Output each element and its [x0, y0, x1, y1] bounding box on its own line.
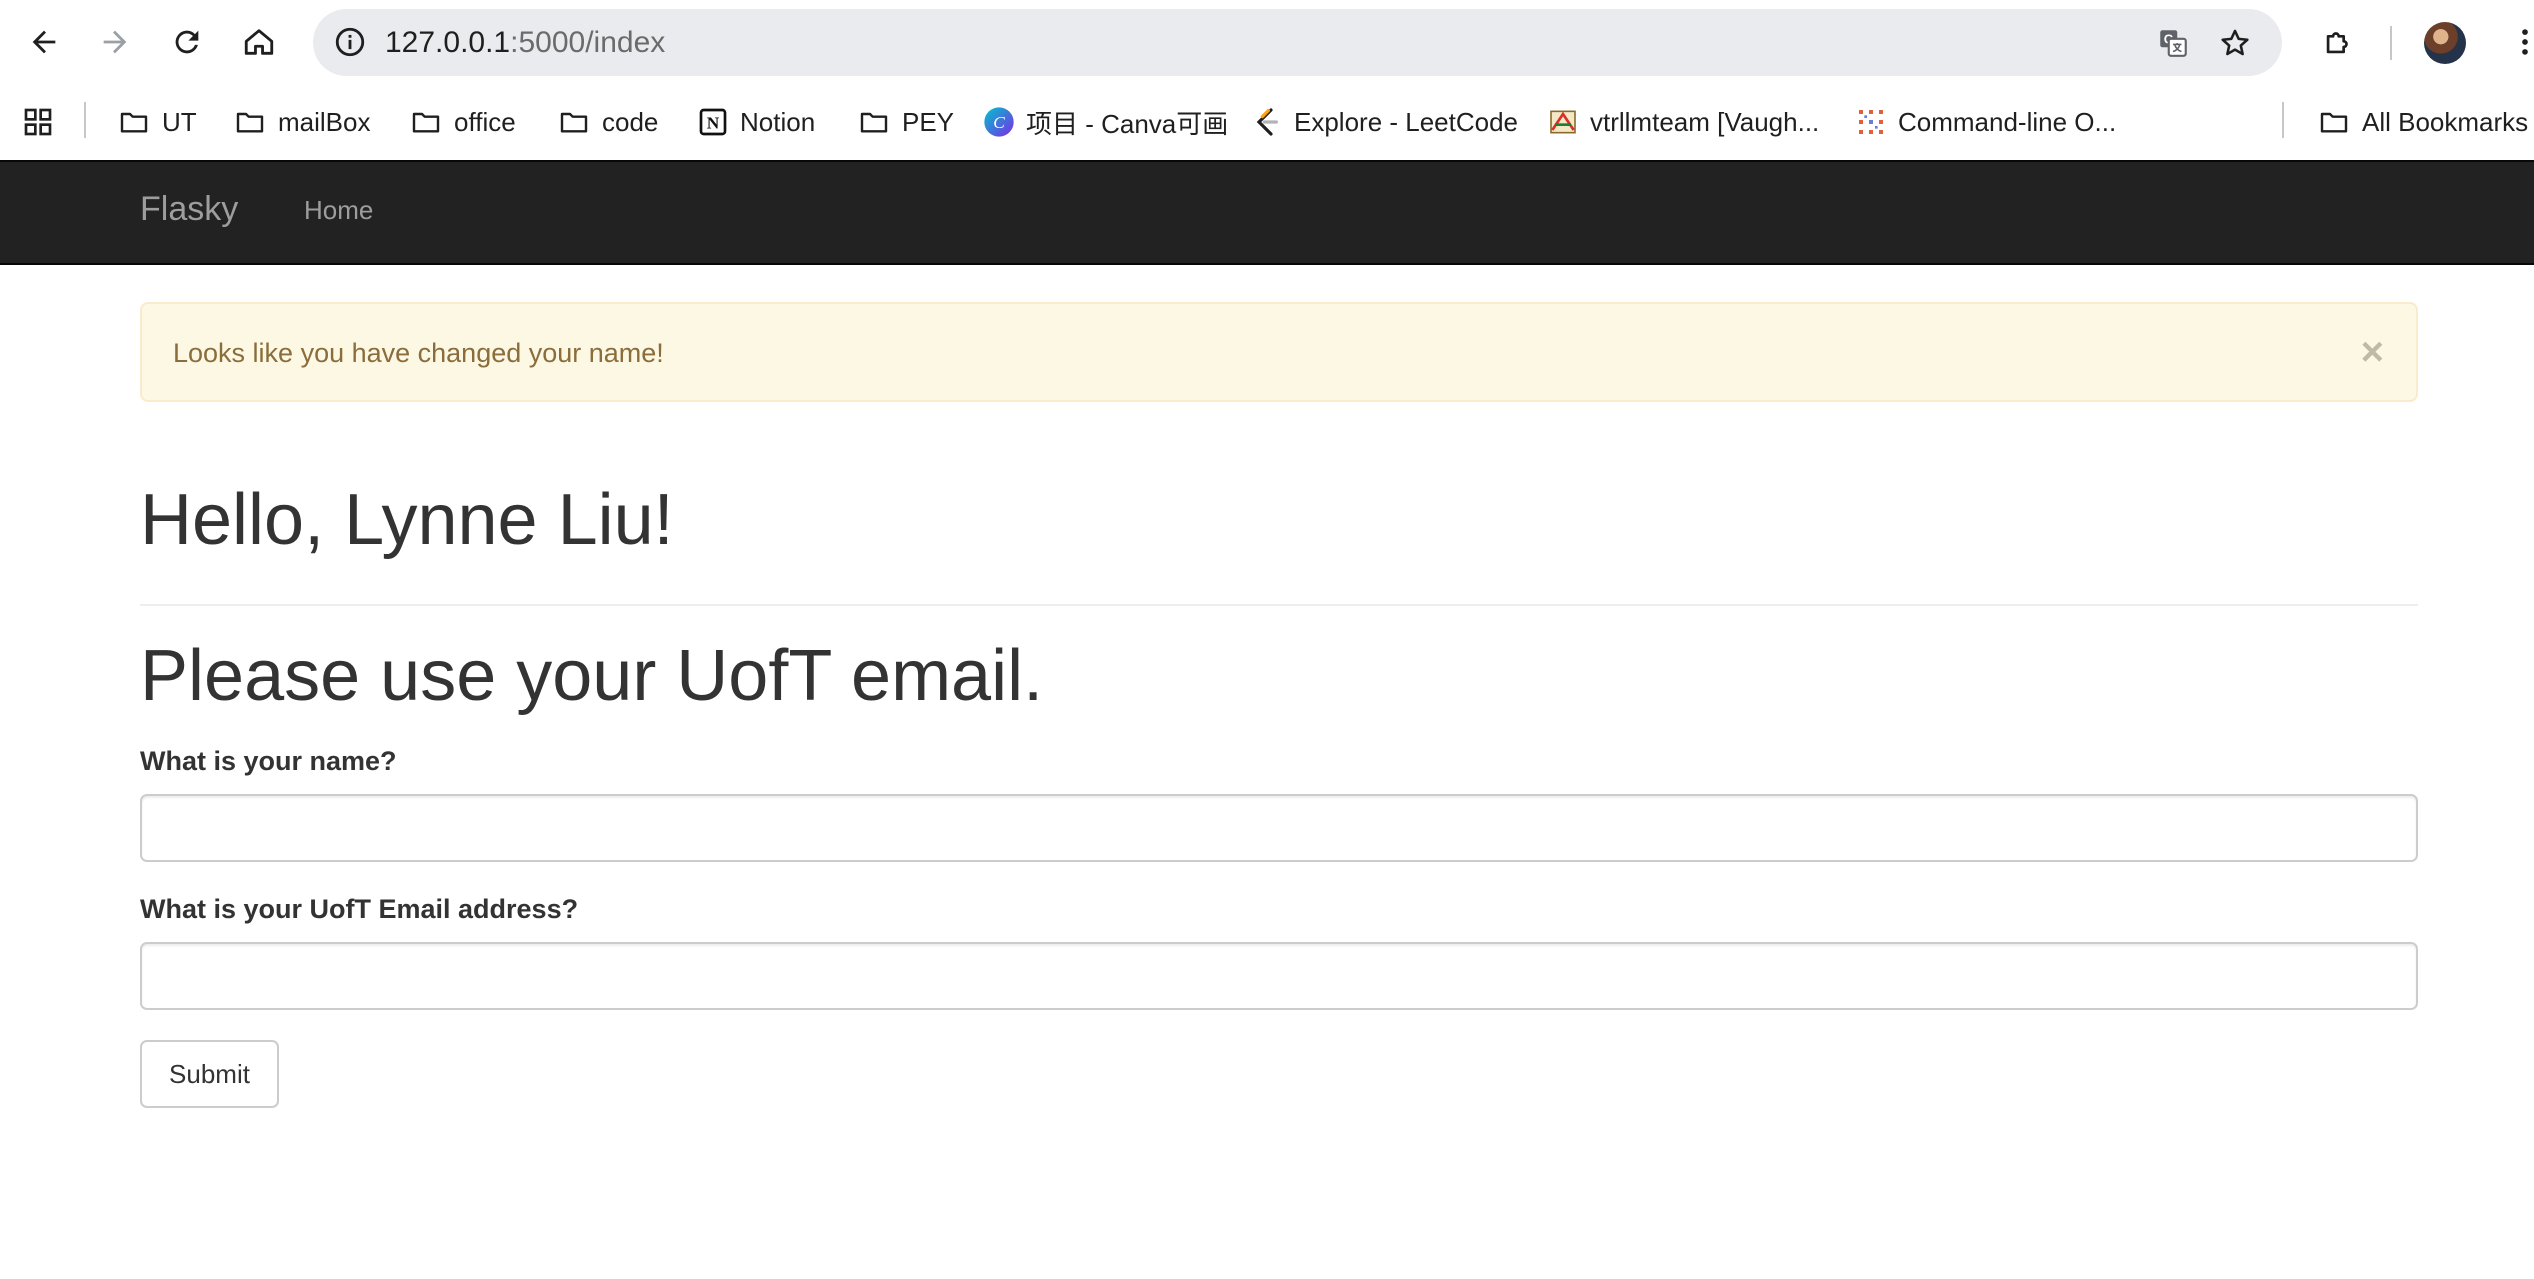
bookmark-mailbox[interactable]: mailBox [234, 100, 370, 144]
email-input[interactable] [140, 942, 2418, 1010]
profile-avatar[interactable] [2424, 22, 2466, 64]
notion-icon: N [698, 107, 728, 137]
bookmarks-separator [84, 102, 86, 138]
svg-text:C: C [993, 113, 1005, 132]
flash-alert: Looks like you have changed your name! × [140, 302, 2418, 402]
bookmark-label: mailBox [278, 106, 371, 137]
alert-message: Looks like you have changed your name! [173, 338, 664, 368]
forward-arrow-icon[interactable] [86, 13, 144, 71]
bookmark-vtrllmteam[interactable]: vtrllmteam [Vaugh... [1548, 100, 1819, 144]
url-text[interactable]: 127.0.0.1:5000/index [385, 24, 665, 62]
translate-icon[interactable]: G [2151, 21, 2195, 65]
kebab-menu-icon[interactable] [2496, 13, 2534, 71]
bookmark-ut[interactable]: UT [118, 100, 197, 144]
apps-grid-icon[interactable] [22, 100, 54, 144]
bookmark-label: Explore - LeetCode [1294, 106, 1519, 137]
form-heading: Please use your UofT email. [140, 636, 1044, 716]
bookmark-leetcode[interactable]: Explore - LeetCode [1252, 100, 1518, 144]
bookmark-canva[interactable]: C 项目 - Canva可画 [984, 100, 1228, 144]
navbar-brand[interactable]: Flasky [140, 190, 238, 229]
folder-icon [2320, 112, 2348, 133]
command-line-icon [1856, 107, 1886, 137]
close-icon[interactable]: × [2361, 328, 2384, 376]
nav-link-home[interactable]: Home [304, 195, 373, 226]
address-bar[interactable]: 127.0.0.1:5000/index G [313, 9, 2282, 76]
star-icon[interactable] [2213, 21, 2257, 65]
bookmark-label: Notion [740, 106, 816, 137]
folder-icon [560, 112, 588, 133]
bookmark-notion[interactable]: N Notion [698, 100, 815, 144]
all-bookmarks-button[interactable]: All Bookmarks [2318, 100, 2528, 144]
leetcode-icon [1252, 107, 1282, 137]
bookmark-label: 项目 - Canva可画 [1026, 108, 1229, 139]
url-host: 127.0.0.1 [385, 26, 511, 59]
home-icon[interactable] [230, 13, 288, 71]
url-path: :5000/index [510, 26, 666, 59]
folder-icon [860, 112, 888, 133]
name-label: What is your name? [140, 746, 397, 776]
site-navbar: Flasky Home [0, 160, 2534, 265]
bookmark-office[interactable]: office [410, 100, 516, 144]
bookmark-label: code [602, 106, 659, 137]
bookmarks-separator [2282, 102, 2284, 138]
submit-button[interactable]: Submit [140, 1040, 279, 1108]
all-bookmarks-label: All Bookmarks [2362, 106, 2529, 137]
toolbar-separator [2390, 26, 2392, 60]
folder-icon [412, 112, 440, 133]
bookmark-code[interactable]: code [558, 100, 658, 144]
bookmark-command-line[interactable]: Command-line O... [1856, 100, 2116, 144]
folder-icon [236, 112, 264, 133]
browser-toolbar: 127.0.0.1:5000/index G [0, 0, 2534, 86]
bookmark-label: vtrllmteam [Vaugh... [1590, 106, 1820, 137]
bookmark-pey[interactable]: PEY [858, 100, 954, 144]
page-content: Flasky Home Looks like you have changed … [0, 160, 2534, 1279]
svg-text:N: N [707, 114, 720, 133]
vtrl-icon [1548, 107, 1578, 137]
canva-icon: C [984, 107, 1014, 137]
bookmark-label: UT [162, 106, 197, 137]
folder-icon [120, 112, 148, 133]
email-label: What is your UofT Email address? [140, 894, 579, 924]
puzzle-icon[interactable] [2309, 13, 2367, 71]
divider [140, 604, 2418, 606]
reload-icon[interactable] [158, 13, 216, 71]
bookmark-label: PEY [902, 106, 955, 137]
back-arrow-icon[interactable] [15, 13, 73, 71]
bookmarks-bar: UT mailBox office code N Notion PEY C 项目… [0, 86, 2534, 161]
site-info-icon[interactable] [329, 21, 371, 63]
name-input[interactable] [140, 794, 2418, 862]
bookmark-label: office [454, 106, 516, 137]
page-title: Hello, Lynne Liu! [140, 480, 674, 560]
bookmark-label: Command-line O... [1898, 106, 2117, 137]
